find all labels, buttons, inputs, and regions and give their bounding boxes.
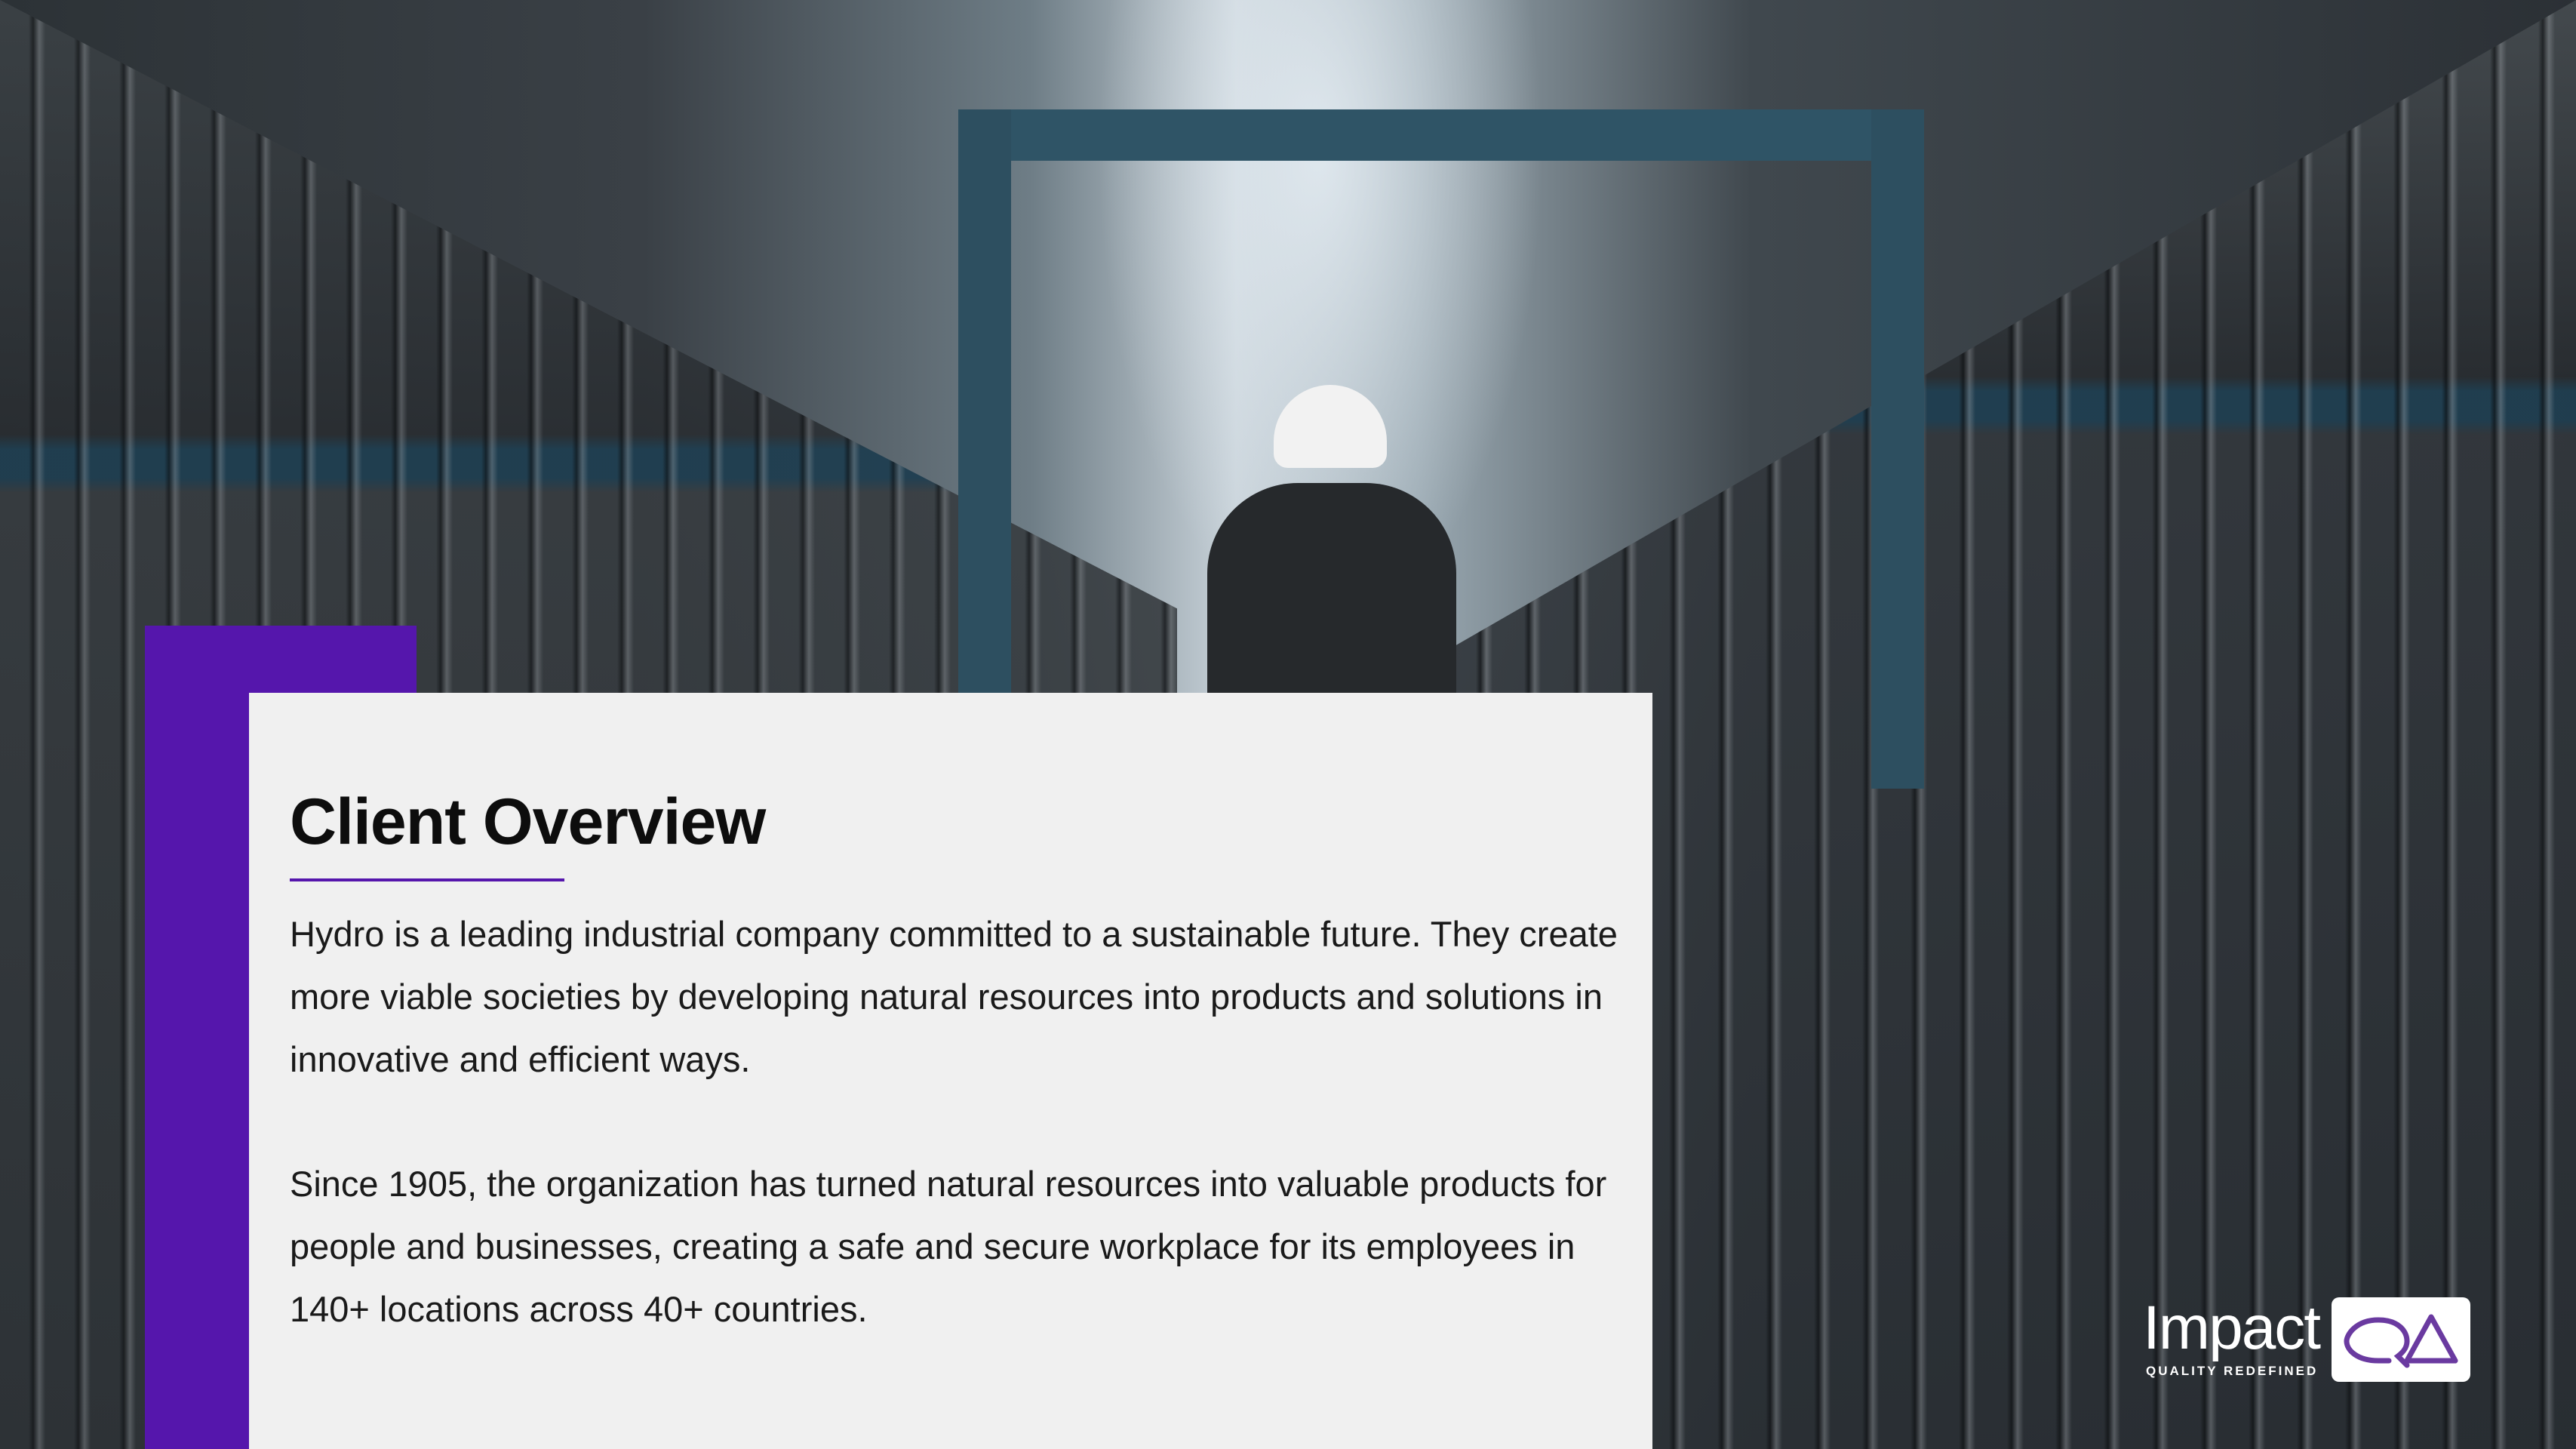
logo-tagline: QUALITY REDEFINED: [2146, 1364, 2319, 1378]
overhead-beam: [958, 109, 1924, 161]
logo-wordmark: Impact: [2143, 1294, 2321, 1362]
overview-paragraph-1: Hydro is a leading industrial company co…: [290, 914, 1618, 1079]
title-underline: [290, 878, 564, 881]
qa-badge-glyph: [2344, 1314, 2458, 1368]
beam-post-left: [958, 109, 1011, 789]
overview-paragraph-2: Since 1905, the organization has turned …: [290, 1164, 1607, 1329]
slide: Client Overview Hydro is a leading indus…: [0, 0, 2576, 1449]
beam-post-right: [1871, 109, 1924, 789]
slide-title: Client Overview: [290, 786, 766, 858]
hard-hat: [1274, 385, 1387, 468]
qa-logo-icon: [2332, 1297, 2470, 1382]
worker-figure: [1207, 483, 1456, 709]
